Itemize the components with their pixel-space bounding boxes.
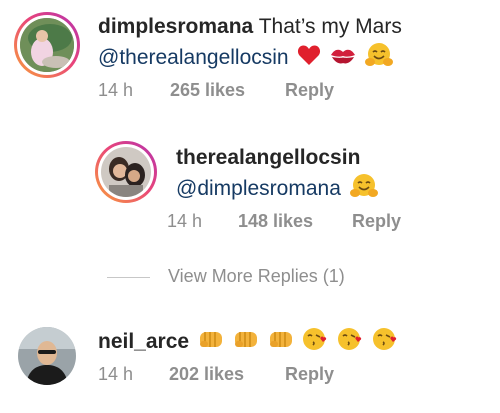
timestamp: 14 h: [98, 364, 134, 384]
divider: [107, 277, 150, 278]
oncoming-fist-icon: [268, 327, 294, 358]
comment-meta: 14 h 148 likes Reply: [167, 211, 427, 233]
likes-count[interactable]: 265 likes: [170, 80, 245, 101]
avatar-photo: [18, 327, 76, 385]
likes-count[interactable]: 148 likes: [238, 211, 313, 232]
comment-line-2: @therealangellocsin: [98, 42, 394, 75]
username[interactable]: therealangellocsin: [176, 146, 360, 169]
avatar[interactable]: [101, 147, 151, 197]
kiss-mark-icon: [330, 46, 356, 72]
timestamp: 14 h: [167, 211, 203, 231]
comment-text: That’s my Mars: [258, 15, 402, 38]
reply-button[interactable]: Reply: [285, 80, 334, 101]
mention-link[interactable]: @therealangellocsin: [98, 46, 289, 69]
oncoming-fist-icon: [198, 327, 224, 358]
oncoming-fist-icon: [233, 327, 259, 358]
username[interactable]: dimplesromana: [98, 15, 253, 38]
username[interactable]: neil_arce: [98, 330, 189, 353]
red-heart-icon: [297, 44, 321, 73]
hugging-face-icon: [349, 173, 378, 206]
timestamp: 14 h: [98, 80, 134, 100]
likes-count[interactable]: 202 likes: [169, 364, 244, 385]
face-blowing-kiss-icon: [302, 326, 328, 359]
reply-button[interactable]: Reply: [352, 211, 401, 232]
avatar[interactable]: [18, 327, 76, 385]
comment-meta: 14 h 202 likes Reply: [98, 364, 358, 386]
avatar[interactable]: [20, 18, 74, 72]
face-blowing-kiss-icon: [337, 326, 363, 359]
view-more-label[interactable]: View More Replies (1): [168, 266, 345, 287]
avatar-photo: [101, 147, 151, 197]
avatar-photo: [20, 18, 74, 72]
hugging-face-icon: [365, 42, 394, 75]
comment-line-1: neil_arce: [98, 326, 398, 359]
face-blowing-kiss-icon: [372, 326, 398, 359]
reply-button[interactable]: Reply: [285, 364, 334, 385]
comment-line-1: dimplesromana That’s my Mars: [98, 14, 402, 40]
comment-line-1: therealangellocsin: [176, 145, 360, 171]
comment-line-2: @dimplesromana: [176, 173, 378, 206]
comment-meta: 14 h 265 likes Reply: [98, 80, 358, 102]
mention-link[interactable]: @dimplesromana: [176, 177, 341, 200]
